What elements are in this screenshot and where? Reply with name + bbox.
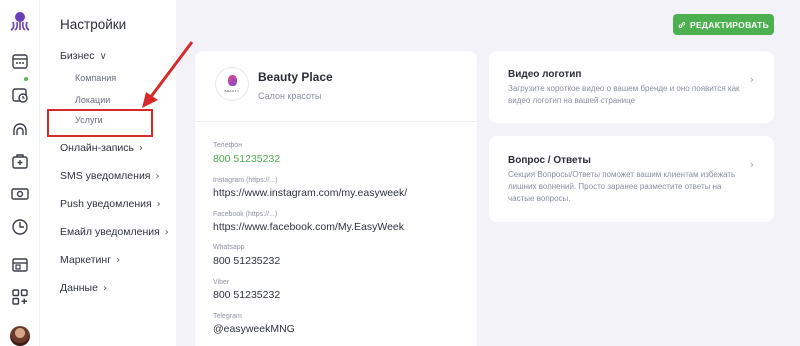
field-label: Viber [213,279,230,286]
calendar-clock-icon[interactable] [11,86,29,104]
menu-item-sms-notifications[interactable]: SMS уведомления › [60,170,160,182]
widget-icon[interactable] [11,256,29,274]
chevron-right-icon: › [749,158,754,171]
menu-item-business[interactable]: Бизнес ∨ [60,50,107,62]
field-label: Whatsapp [213,244,245,251]
video-logo-card[interactable]: Видео логотип Загрузите короткое видео о… [489,51,774,123]
facebook-value[interactable]: https://www.facebook.com/My.EasyWeek [213,221,404,233]
menu-item-label: Данные [60,282,98,294]
telegram-value[interactable]: @easyweekMNG [213,323,295,335]
viber-value[interactable]: 800 51235232 [213,289,280,301]
chevron-right-icon: › [156,198,161,210]
chevron-right-icon: › [116,254,121,266]
submenu-item-locations[interactable]: Локации [75,95,110,105]
field-label: Telegram [213,313,242,320]
active-dot-icon [24,77,28,81]
card-description: Секция Вопросы/Ответы поможет вашим клие… [508,170,736,203]
menu-item-label: Push уведомления [60,198,152,210]
card-title: Вопрос / Ответы [508,155,591,166]
menu-item-push-notifications[interactable]: Push уведомления › [60,198,161,210]
chevron-right-icon: › [749,73,754,86]
business-type: Салон красоты [258,91,322,101]
field-label: Instagram (https://...) [213,177,278,184]
menu-item-data[interactable]: Данные › [60,282,107,294]
icon-rail [0,0,40,346]
card-description: Загрузите короткое видео о вашем бренде … [508,84,740,105]
chevron-right-icon: › [139,142,144,154]
business-name: Beauty Place [258,70,333,84]
instagram-value[interactable]: https://www.instagram.com/my.easyweek/ [213,187,407,199]
card-title: Видео логотип [508,69,582,80]
settings-panel: Настройки Бизнес ∨ Компания Локации Услу… [24,0,176,346]
menu-item-label: Онлайн-запись [60,142,135,154]
business-card: BEAUTY Beauty Place Салон красоты Телефо… [195,51,477,346]
menu-item-online-booking[interactable]: Онлайн-запись › [60,142,143,154]
edit-button-label: РЕДАКТИРОВАТЬ [689,19,770,30]
menu-item-label: Бизнес [60,50,95,62]
logo-text: BEAUTY [224,89,240,93]
divider [195,121,477,122]
settings-title: Настройки [60,17,127,32]
clock-icon[interactable] [11,218,29,236]
edit-button[interactable]: РЕДАКТИРОВАТЬ [673,14,774,35]
chevron-right-icon: › [155,170,160,182]
menu-item-label: SMS уведомления [60,170,151,182]
menu-item-marketing[interactable]: Маркетинг › [60,254,120,266]
highlight-box [47,109,153,137]
services-icon[interactable] [11,152,29,170]
chevron-down-icon: ∨ [99,50,107,62]
submenu-item-company[interactable]: Компания [75,73,116,83]
field-label: Facebook (https://...) [213,211,278,218]
chevron-right-icon: › [164,226,169,238]
whatsapp-value[interactable]: 800 51235232 [213,255,280,267]
avatar[interactable] [10,326,30,346]
business-logo[interactable]: BEAUTY [215,67,249,101]
phone-value[interactable]: 800 51235232 [213,153,280,165]
field-label: Телефон [213,142,243,149]
calendar-icon[interactable] [11,52,29,70]
apps-icon[interactable] [11,288,29,306]
faq-card[interactable]: Вопрос / Ответы Секция Вопросы/Ответы по… [489,136,774,222]
link-icon [678,21,686,28]
payments-icon[interactable] [11,185,29,203]
menu-item-email-notifications[interactable]: Емайл уведомления › [60,226,169,238]
menu-item-label: Маркетинг [60,254,112,266]
chevron-right-icon: › [102,282,107,294]
logo-mark-icon [228,75,237,86]
octopus-logo-icon[interactable] [9,10,31,32]
clients-icon[interactable] [11,120,29,138]
menu-item-label: Емайл уведомления [60,226,160,238]
